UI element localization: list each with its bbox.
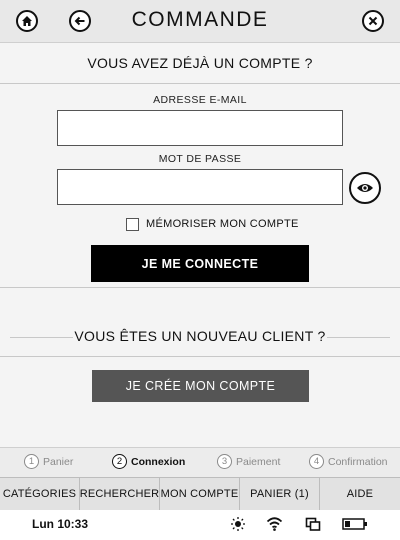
nav-item-cart[interactable]: PANIER (1) xyxy=(240,478,320,510)
email-label: ADRESSE E-MAIL xyxy=(153,94,247,106)
remember-account-option[interactable]: MÉMORISER MON COMPTE xyxy=(126,216,299,232)
create-account-button[interactable]: JE CRÉE MON COMPTE xyxy=(92,370,309,402)
nav-item-account[interactable]: MON COMPTE xyxy=(160,478,240,510)
step-number: 2 xyxy=(112,454,127,469)
step-connexion: 2 Connexion xyxy=(112,454,185,469)
clock: Lun 10:33 xyxy=(32,517,89,531)
battery-icon[interactable] xyxy=(342,518,368,530)
nav-item-search[interactable]: RECHERCHER xyxy=(80,478,160,510)
step-panier: 1 Panier xyxy=(24,454,73,469)
nav-item-categories[interactable]: CATÉGORIES xyxy=(0,478,80,510)
show-password-button[interactable] xyxy=(349,172,381,204)
new-client-section-title: VOUS ÊTES UN NOUVEAU CLIENT ? xyxy=(74,328,326,344)
step-number: 4 xyxy=(309,454,324,469)
step-label: Panier xyxy=(43,455,74,468)
step-label: Confirmation xyxy=(328,455,388,468)
status-bar: Lun 10:33 xyxy=(0,510,400,540)
header-bar: COMMANDE xyxy=(0,0,400,43)
checkout-steps: 1 Panier 2 Connexion 3 Paiement 4 Confir… xyxy=(0,447,400,478)
divider xyxy=(327,337,390,338)
wifi-icon[interactable] xyxy=(266,516,283,532)
login-button[interactable]: JE ME CONNECTE xyxy=(91,245,309,282)
step-label: Paiement xyxy=(236,455,281,468)
password-label: MOT DE PASSE xyxy=(158,153,242,165)
step-confirmation: 4 Confirmation xyxy=(309,454,388,469)
divider xyxy=(0,83,400,84)
bottom-nav: CATÉGORIES RECHERCHER MON COMPTE PANIER … xyxy=(0,477,400,511)
divider xyxy=(0,287,400,288)
close-button[interactable] xyxy=(362,10,384,32)
step-number: 1 xyxy=(24,454,39,469)
step-number: 3 xyxy=(217,454,232,469)
eye-icon xyxy=(357,184,373,192)
remember-account-label: MÉMORISER MON COMPTE xyxy=(146,218,299,230)
sync-icon[interactable] xyxy=(305,516,321,532)
email-input[interactable] xyxy=(57,110,343,146)
close-icon xyxy=(368,16,378,26)
brightness-icon[interactable] xyxy=(230,516,246,532)
password-input[interactable] xyxy=(57,169,343,205)
divider xyxy=(0,356,400,357)
page-title: COMMANDE xyxy=(131,8,269,31)
login-section-title: VOUS AVEZ DÉJÀ UN COMPTE ? xyxy=(87,55,313,71)
step-label: Connexion xyxy=(131,455,186,468)
remember-account-checkbox[interactable] xyxy=(126,217,139,231)
nav-item-help[interactable]: AIDE xyxy=(320,478,400,510)
step-paiement: 3 Paiement xyxy=(217,454,280,469)
